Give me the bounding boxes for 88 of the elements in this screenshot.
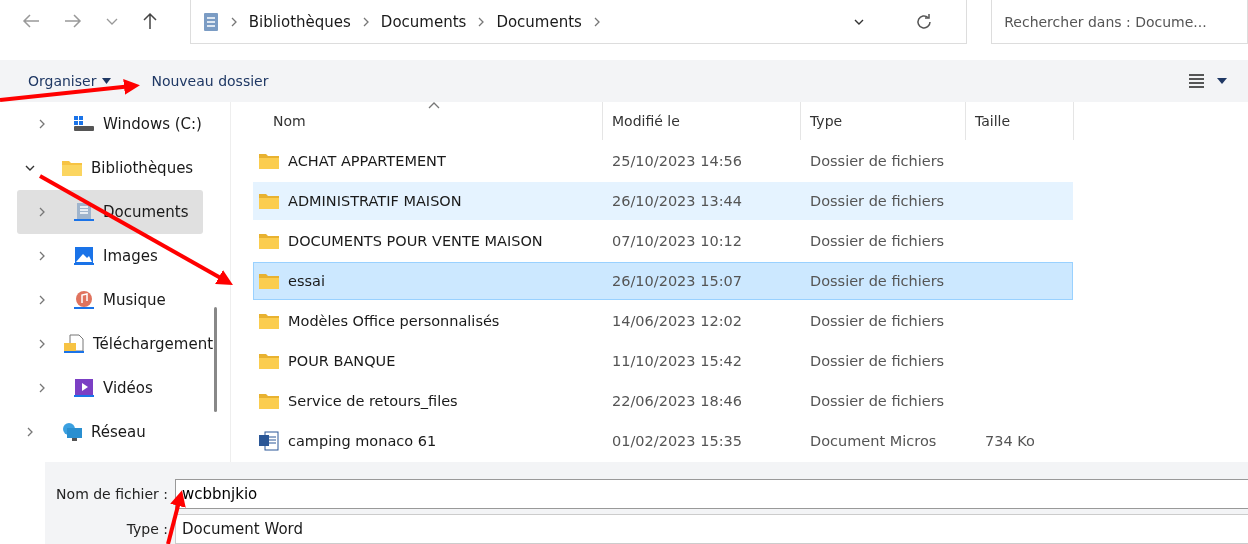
file-name: camping monaco 61	[288, 433, 437, 449]
breadcrumb[interactable]: Documents	[380, 12, 467, 31]
nav-item[interactable]: Images	[103, 243, 158, 269]
file-type-dropdown[interactable]: Document Word	[175, 513, 1248, 544]
file-type: Dossier de fichiers	[809, 233, 946, 249]
modified-date: 26/10/2023 13:44	[611, 193, 743, 209]
modified-date: 22/06/2023 18:46	[611, 393, 743, 409]
view-options-icon[interactable]	[1188, 74, 1228, 88]
file-name-field[interactable]: wcbbnjkio	[175, 478, 1248, 509]
column-header[interactable]: Modifié le	[603, 102, 801, 140]
file-row[interactable]: Modèles Office personnalisés 14/06/2023 12:02 Dossier de fichiers	[253, 302, 1073, 340]
search-field[interactable]: Rechercher dans : Docume...	[991, 0, 1248, 44]
file-name-label: Nom de fichier :	[55, 485, 168, 502]
expand-chevron-icon[interactable]	[37, 251, 47, 261]
file-name: ADMINISTRATIF MAISON	[288, 193, 462, 209]
folder-icon	[61, 159, 83, 177]
network-icon	[61, 422, 83, 442]
dropdown-triangle-icon[interactable]	[102, 78, 112, 84]
file-name: Modèles Office personnalisés	[288, 313, 500, 329]
file-row[interactable]: POUR BANQUE 11/10/2023 15:42 Dossier de fichiers	[253, 342, 1073, 380]
file-row[interactable]: DOCUMENTS POUR VENTE MAISON 07/10/2023 10:12 Dossier de fichiers	[253, 222, 1073, 260]
breadcrumb[interactable]: Documents	[496, 12, 582, 31]
organize-menu-button[interactable]: Organiser	[28, 73, 112, 89]
file-name: POUR BANQUE	[288, 353, 396, 369]
back-arrow-icon[interactable]	[22, 13, 40, 29]
folder-icon	[258, 192, 280, 210]
nav-item[interactable]: Réseau	[91, 419, 146, 445]
file-name: Service de retours_files	[288, 393, 458, 409]
up-arrow-icon[interactable]	[142, 12, 158, 30]
column-header[interactable]: Type	[801, 102, 966, 140]
file-row[interactable]: essai 26/10/2023 15:07 Dossier de fichiers	[253, 262, 1073, 300]
music-icon	[73, 290, 95, 310]
folder-icon	[258, 312, 280, 330]
type-label: Type :	[125, 520, 168, 537]
image-icon	[73, 246, 95, 266]
nav-item[interactable]: Windows (C:)	[103, 111, 202, 137]
file-type: Document Micros	[809, 433, 938, 449]
modified-date: 07/10/2023 10:12	[611, 233, 743, 249]
file-type: Dossier de fichiers	[809, 153, 946, 169]
column-header[interactable]: Nom	[253, 102, 603, 140]
file-size: 734 Ko	[984, 433, 1036, 449]
document-icon	[202, 11, 219, 32]
expand-chevron-icon[interactable]	[25, 427, 35, 437]
download-folder-icon	[63, 334, 85, 354]
file-type: Dossier de fichiers	[809, 313, 946, 329]
file-row[interactable]: camping monaco 61 01/02/2023 15:35 Document Micros 734 Ko	[253, 422, 1073, 460]
folder-icon	[258, 232, 280, 250]
address-bar[interactable]: Bibliothèques Documents Documents	[189, 0, 968, 44]
word-document-icon	[258, 431, 280, 451]
forward-arrow-icon[interactable]	[64, 13, 82, 29]
drive-icon	[73, 115, 95, 133]
file-type: Dossier de fichiers	[809, 193, 946, 209]
expand-chevron-icon[interactable]	[37, 295, 47, 305]
video-icon	[73, 378, 95, 398]
file-name: DOCUMENTS POUR VENTE MAISON	[288, 233, 543, 249]
file-type: Dossier de fichiers	[809, 353, 946, 369]
chevron-down-icon[interactable]	[106, 16, 118, 26]
breadcrumb[interactable]: Bibliothèques	[248, 12, 351, 31]
expand-chevron-icon[interactable]	[37, 339, 47, 349]
file-name: essai	[288, 273, 325, 289]
scrollbar[interactable]	[214, 307, 217, 412]
folder-icon	[258, 152, 280, 170]
expand-chevron-icon[interactable]	[37, 207, 47, 217]
nav-item[interactable]: Vidéos	[103, 375, 153, 401]
file-type: Dossier de fichiers	[809, 393, 946, 409]
file-row[interactable]: ACHAT APPARTEMENT 25/10/2023 14:56 Dossier de fichiers	[253, 142, 1073, 180]
file-row[interactable]: ADMINISTRATIF MAISON 26/10/2023 13:44 Dossier de fichiers	[253, 182, 1073, 220]
column-header[interactable]: Taille	[966, 102, 1074, 140]
nav-item[interactable]: Téléchargement	[93, 331, 214, 357]
document-icon	[73, 202, 95, 222]
collapse-chevron-icon[interactable]	[25, 163, 35, 173]
folder-icon	[258, 352, 280, 370]
file-type: Dossier de fichiers	[809, 273, 946, 289]
new-folder-button[interactable]: Nouveau dossier	[151, 73, 269, 89]
folder-icon	[258, 272, 280, 290]
modified-date: 11/10/2023 15:42	[611, 353, 743, 369]
modified-date: 25/10/2023 14:56	[611, 153, 743, 169]
modified-date: 26/10/2023 15:07	[611, 273, 743, 289]
file-row[interactable]: Service de retours_files 22/06/2023 18:46 Dossier de fichiers	[253, 382, 1073, 420]
expand-chevron-icon[interactable]	[37, 383, 47, 393]
nav-item[interactable]: Musique	[103, 287, 166, 313]
nav-item[interactable]: Bibliothèques	[91, 155, 194, 181]
expand-chevron-icon[interactable]	[37, 119, 47, 129]
file-name: ACHAT APPARTEMENT	[288, 153, 446, 169]
modified-date: 01/02/2023 15:35	[611, 433, 743, 449]
modified-date: 14/06/2023 12:02	[611, 313, 743, 329]
sort-up-icon	[428, 102, 440, 109]
folder-icon	[258, 392, 280, 410]
